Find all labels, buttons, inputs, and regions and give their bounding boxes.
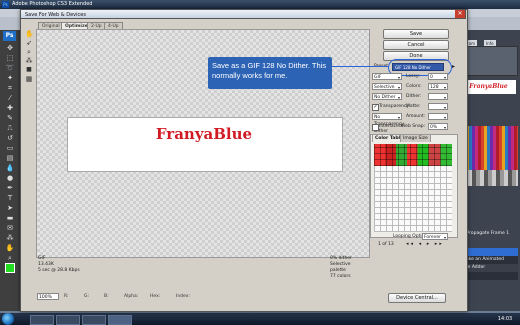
histogram-panel (461, 46, 518, 76)
close-icon[interactable]: ✕ (455, 10, 465, 18)
swatches-gray-row[interactable] (460, 170, 518, 186)
lasso-tool-icon[interactable]: ➰ (5, 64, 15, 73)
save-button[interactable]: Save (383, 29, 449, 39)
eyedropper-color-icon[interactable]: ■ (25, 66, 33, 74)
hand-tool-icon[interactable]: ✋ (25, 30, 34, 38)
notes-tool-icon[interactable]: ✉ (5, 224, 15, 233)
transparency-dither-select[interactable]: No Transparency Dither (372, 113, 404, 134)
hand-tool-icon[interactable]: ✋ (5, 244, 15, 253)
propagate-label: Propagate Frame 1 (466, 231, 510, 236)
device-central-button[interactable]: Device Central... (388, 293, 446, 303)
colors-label: Colors: (406, 84, 422, 89)
taskbar-item[interactable] (56, 315, 80, 325)
alpha-readout: Alpha: (124, 294, 139, 299)
zoom-tool-icon[interactable]: ⌕ (5, 254, 15, 263)
ps-logo-icon: Ps (2, 1, 9, 8)
format-select[interactable]: GIF (372, 73, 402, 81)
dither-select[interactable]: No Dither (372, 93, 402, 101)
hex-readout: Hex: (150, 294, 161, 299)
interlaced-label: Interlaced (379, 124, 402, 129)
slice-tool-icon[interactable]: ⁄ (5, 94, 15, 103)
annotation-callout: Save as a GIF 128 No Dither. This normal… (208, 57, 332, 89)
history-brush-icon[interactable]: ↺ (5, 134, 15, 143)
taskbar-item[interactable] (82, 315, 106, 325)
info-time: 5 sec @ 28.8 Kbps (38, 268, 80, 273)
gradient-tool-icon[interactable]: ▤ (5, 154, 15, 163)
taskbar-item-photoshop[interactable] (108, 315, 132, 325)
amount-field[interactable] (428, 113, 448, 121)
wand-tool-icon[interactable]: ✦ (5, 74, 15, 83)
interlaced-checkbox[interactable] (372, 124, 379, 131)
eraser-tool-icon[interactable]: ▭ (5, 144, 15, 153)
brush-tool-icon[interactable]: ✎ (5, 114, 15, 123)
dialog-title: Save For Web & Devices (20, 9, 466, 19)
slice-select-icon[interactable]: ➶ (25, 39, 33, 47)
dodge-tool-icon[interactable]: ● (5, 174, 15, 183)
lossy-field[interactable]: 0 (428, 73, 448, 81)
reduction-select[interactable]: Selective (372, 83, 402, 91)
eyedropper-icon[interactable]: ⁂ (25, 57, 33, 65)
transparency-checkbox[interactable]: ✓ (372, 104, 379, 111)
marquee-tool-icon[interactable]: ⬚ (5, 54, 15, 63)
dither-label: Dither: (406, 94, 422, 99)
web-snap-label: Web Snap: (401, 124, 426, 129)
layer-row[interactable]: Make an Animated (460, 256, 518, 264)
optimized-info: GIF 13.43K 5 sec @ 28.8 Kbps (38, 256, 158, 276)
foreground-color-swatch[interactable] (5, 263, 15, 273)
transparency-label: Transparency (379, 104, 410, 109)
looping-select[interactable]: Forever (422, 233, 448, 241)
image-text: FranyaBlue (155, 125, 253, 143)
palette-info: 0% dither Selective palette 77 colors (330, 256, 366, 279)
index-readout: Index: (176, 294, 190, 299)
shape-tool-icon[interactable]: ▬ (5, 214, 15, 223)
move-tool-icon[interactable]: ✥ (5, 44, 15, 53)
blur-tool-icon[interactable]: 💧 (5, 164, 15, 173)
lossy-label: Lossy: (406, 74, 420, 79)
eyedropper-tool-icon[interactable]: ⁂ (5, 234, 15, 243)
r-readout: R: (64, 294, 69, 299)
clock: 14:03 (497, 316, 513, 322)
g-readout: G: (84, 294, 90, 299)
frame-count: 1 of 13 (378, 242, 394, 247)
color-table-empty (374, 166, 452, 232)
crop-tool-icon[interactable]: ⌗ (5, 84, 15, 93)
zoom-select[interactable]: 100% (37, 293, 59, 300)
color-table-swatches[interactable] (374, 144, 452, 166)
matte-label: Matte: (406, 104, 421, 109)
toggle-slices-icon[interactable]: ▦ (25, 75, 33, 83)
matte-select[interactable] (428, 103, 448, 111)
frame-nav-icons[interactable]: ◂◂ ◂ ▸ ▸▸ (406, 241, 444, 248)
b-readout: B: (104, 294, 109, 299)
stamp-tool-icon[interactable]: ⎍ (5, 124, 15, 133)
layer-row[interactable] (460, 272, 518, 280)
optimize-menu-icon[interactable]: ▸ (452, 63, 455, 70)
callout-connector (332, 66, 389, 67)
type-tool-icon[interactable]: T (5, 194, 15, 203)
start-button[interactable] (2, 313, 14, 325)
zoom-tool-icon[interactable]: ⌕ (25, 48, 33, 56)
ps-badge: Ps (3, 31, 16, 41)
app-title-bar: Adobe Photoshop CS3 Extended (0, 0, 520, 9)
layer-row[interactable]: age Adder (460, 264, 518, 272)
app-title: Adobe Photoshop CS3 Extended (12, 1, 93, 7)
dither-field[interactable] (428, 93, 448, 101)
taskbar-item[interactable] (30, 315, 54, 325)
layer-row-selected[interactable] (460, 248, 518, 256)
heal-tool-icon[interactable]: ✚ (5, 104, 15, 113)
pen-tool-icon[interactable]: ✒ (5, 184, 15, 193)
navigator-preview: FranyaBlue (461, 80, 516, 94)
web-snap-field[interactable]: 0% (428, 123, 448, 131)
path-select-icon[interactable]: ➤ (5, 204, 15, 213)
cancel-button[interactable]: Cancel (383, 40, 449, 50)
propagate-frame-checkbox[interactable]: ☑ Propagate Frame 1 (461, 230, 519, 238)
tab-image-size[interactable]: Image Size (400, 134, 431, 142)
info-palette: Selective palette (330, 262, 351, 273)
colors-field[interactable]: 128 (428, 83, 448, 91)
info-colors: 77 colors (330, 274, 351, 279)
amount-label: Amount: (406, 114, 426, 119)
